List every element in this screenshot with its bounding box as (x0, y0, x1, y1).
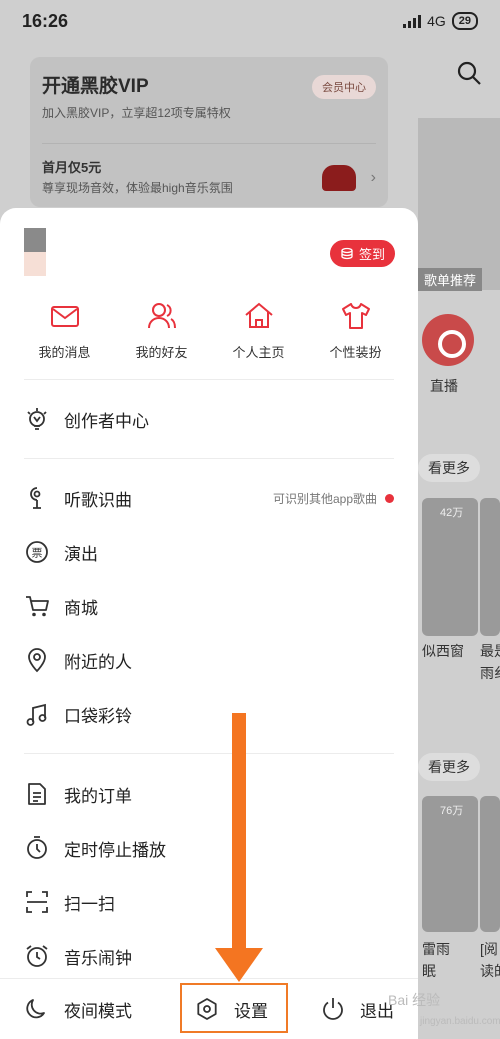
scan-icon (26, 891, 48, 913)
vip-divider (42, 143, 376, 144)
see-more-button[interactable]: 看更多 (418, 753, 480, 781)
menu-item-shows[interactable]: 票 演出 (24, 532, 394, 572)
notification-dot (385, 493, 394, 503)
menu-item-ringtone[interactable]: 口袋彩铃 (24, 694, 394, 734)
divider (24, 753, 394, 754)
vip-offer-subtitle: 尊享现场音效，体验最high音乐氛围 (42, 181, 233, 195)
menu-item-label: 演出 (64, 544, 98, 564)
quick-action-label: 我的消息 (38, 345, 91, 360)
playlist-title: 最是 雨纟 (480, 643, 500, 681)
playlist-title: 似西窗 (422, 643, 464, 659)
divider (24, 379, 394, 380)
playlist-title: 雷雨 眠 (422, 941, 450, 979)
menu-item-sleep-timer[interactable]: 定时停止播放 (24, 828, 394, 868)
quick-actions: 我的消息 我的好友 个人主页 个性装扮 (0, 300, 418, 361)
signin-label: 签到 (359, 247, 386, 262)
power-icon (323, 998, 343, 1020)
playlist-title: [阅 读的 (480, 941, 500, 979)
logout-button[interactable]: 退出 (320, 989, 394, 1029)
menu-item-music-alarm[interactable]: 音乐闹钟 (24, 936, 394, 976)
annotation-arrow-shaft (232, 713, 246, 953)
vip-offer: 首月仅5元 (42, 160, 102, 175)
quick-action-messages[interactable]: 我的消息 (16, 300, 113, 361)
menu-item-scan[interactable]: 扫一扫 (24, 882, 394, 922)
svg-text:票: 票 (32, 547, 43, 560)
menu-item-label: 定时停止播放 (64, 840, 166, 860)
ringtone-icon (26, 703, 47, 726)
playlist-tile[interactable] (480, 796, 500, 932)
member-center-button[interactable]: 会员中心 (312, 75, 376, 99)
tshirt-icon (341, 303, 370, 329)
home-icon (244, 302, 273, 328)
menu-item-song-recognition[interactable]: 听歌识曲 可识别其他app歌曲 (24, 478, 394, 518)
quick-action-friends[interactable]: 我的好友 (113, 300, 210, 361)
status-time: 16:26 (22, 10, 69, 31)
menu-item-hint: 可识别其他app歌曲 (272, 491, 377, 506)
live-label: 直播 (430, 378, 458, 394)
quick-action-label: 个性装扮 (329, 345, 382, 360)
watermark: Bai 经验 (388, 992, 441, 1008)
location-icon (28, 648, 46, 673)
menu-item-label: 扫一扫 (64, 894, 115, 914)
annotation-arrow-head (215, 948, 263, 982)
night-mode-label: 夜间模式 (64, 1001, 132, 1021)
watermark-url: jingyan.baidu.com (420, 1016, 500, 1027)
menu-item-label: 创作者中心 (64, 411, 149, 431)
menu-item-label: 附近的人 (64, 652, 132, 672)
moon-icon (26, 999, 45, 1019)
menu-item-label: 音乐闹钟 (64, 948, 132, 968)
divider (24, 458, 394, 459)
menu-item-label: 听歌识曲 (64, 490, 132, 510)
cart-icon (26, 596, 49, 617)
settings-highlight-box (180, 983, 288, 1033)
background-right-column: 歌单推荐 直播 看更多 42万 似西窗 最是 雨纟 看更多 76万 雷雨 眠 [… (418, 0, 500, 1039)
menu-item-mall[interactable]: 商城 (24, 586, 394, 626)
mail-icon (50, 306, 79, 327)
see-more-button[interactable]: 看更多 (418, 454, 480, 482)
coin-stack-icon (341, 247, 353, 259)
banner-image[interactable] (418, 118, 500, 290)
quick-action-label: 个人主页 (232, 345, 285, 360)
play-count: 42万 (440, 507, 464, 519)
timer-icon (27, 836, 47, 859)
signin-button[interactable]: 签到 (330, 240, 396, 267)
chevron-right-icon[interactable]: › (371, 169, 376, 187)
mic-icon (30, 487, 41, 509)
live-icon[interactable] (422, 314, 474, 366)
menu-item-orders[interactable]: 我的订单 (24, 774, 394, 814)
play-count: 76万 (440, 805, 464, 817)
banner-label: 歌单推荐 (418, 268, 483, 291)
quick-action-label: 我的好友 (135, 345, 188, 360)
ticket-icon: 票 (26, 541, 48, 563)
lightbulb-icon (27, 408, 47, 430)
vip-card[interactable]: 开通黑胶VIP 加入黑胶VIP，立享超12项专属特权 会员中心 首月仅5元 尊享… (30, 57, 388, 207)
order-icon (28, 783, 46, 805)
menu-item-nearby[interactable]: 附近的人 (24, 640, 394, 680)
menu-item-label: 我的订单 (64, 786, 132, 806)
vip-subtitle: 加入黑胶VIP，立享超12项专属特权 (42, 106, 231, 120)
quick-action-home[interactable]: 个人主页 (210, 300, 307, 361)
playlist-tile[interactable] (480, 498, 500, 636)
avatar[interactable] (24, 228, 46, 276)
side-drawer: 签到 我的消息 我的好友 个人主页 个性装扮 创作者中心 听歌识曲 可识别其他a… (0, 208, 418, 1039)
menu-item-label: 商城 (64, 598, 98, 618)
quick-action-dressup[interactable]: 个性装扮 (307, 300, 404, 361)
night-mode-button[interactable]: 夜间模式 (24, 989, 132, 1029)
menu-item-label: 口袋彩铃 (64, 706, 132, 726)
vinyl-icon (322, 165, 356, 191)
menu-item-creator-center[interactable]: 创作者中心 (24, 399, 394, 439)
alarm-icon (26, 945, 48, 967)
friends-icon (147, 303, 176, 329)
